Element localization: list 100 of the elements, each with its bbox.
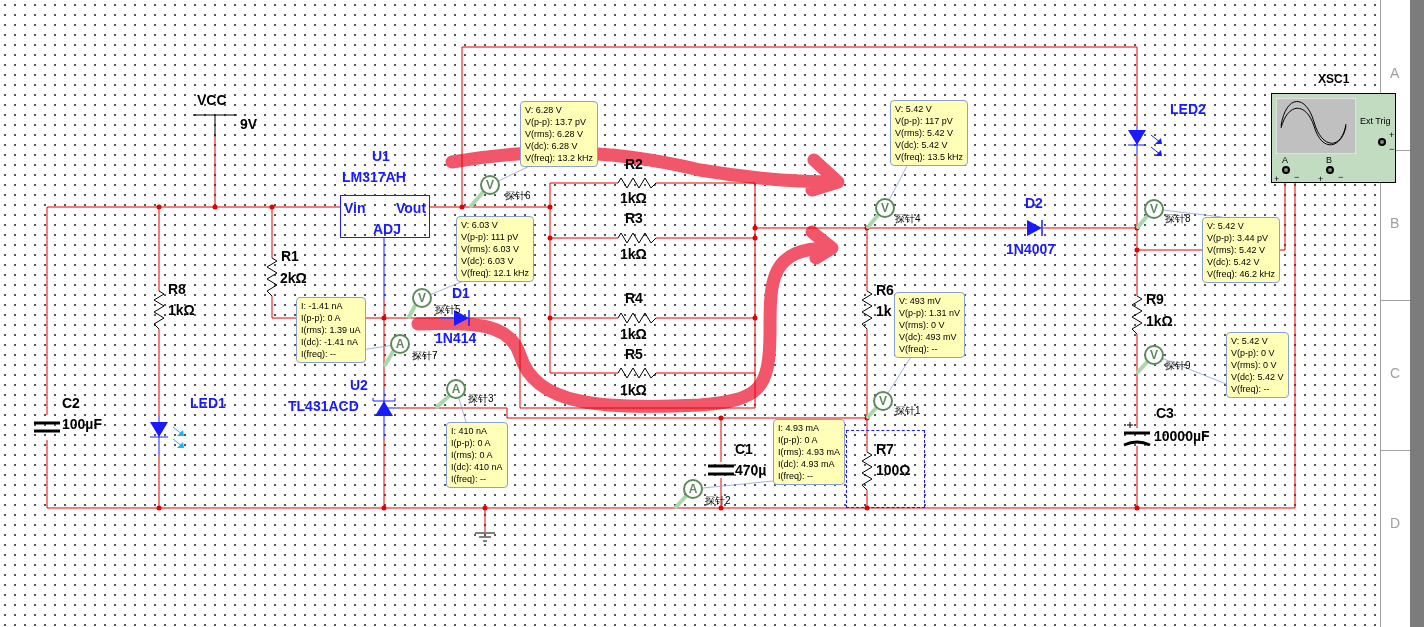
polarity-mark: − bbox=[1294, 172, 1300, 182]
reading-text: V(freq): 12.1 kHz bbox=[461, 267, 530, 279]
probe-needle bbox=[866, 212, 881, 229]
reading-text: V(freq): 13.5 kHz bbox=[895, 151, 964, 163]
component-designator: C1 bbox=[735, 441, 753, 457]
component-value: 9V bbox=[240, 116, 258, 132]
component-designator: R2 bbox=[625, 156, 643, 172]
polarity-mark: + bbox=[1389, 130, 1395, 140]
junction-dot bbox=[752, 225, 758, 231]
reading-text: V(dc): 6.03 V bbox=[461, 255, 515, 267]
polarized-capacitor-symbol bbox=[1123, 421, 1151, 447]
reading-text: I: -1.41 nA bbox=[301, 300, 344, 312]
component-value: TL431ACD bbox=[288, 398, 359, 414]
component-value: 1kΩ bbox=[168, 302, 195, 318]
probe-name: 探针1 bbox=[895, 405, 921, 417]
component-designator: R3 bbox=[625, 210, 643, 226]
component-value: 2kΩ bbox=[280, 270, 307, 286]
sheet-row-label: C bbox=[1390, 365, 1401, 381]
probe-symbol[interactable]: V bbox=[873, 391, 893, 411]
probe-symbol[interactable]: A bbox=[446, 379, 466, 399]
probe-symbol[interactable]: V bbox=[875, 198, 895, 218]
terminal-icon[interactable] bbox=[1378, 138, 1386, 146]
polarity-mark: + bbox=[1318, 174, 1324, 184]
waveform-screen-icon bbox=[1276, 98, 1356, 154]
reading-text: I(dc): 4.93 mA bbox=[778, 458, 836, 470]
reading-text: I(rms): 0 A bbox=[451, 449, 494, 461]
reading-text: V: 5.42 V bbox=[1207, 220, 1245, 232]
capacitor-symbol bbox=[34, 421, 60, 433]
pin-label: Vout bbox=[396, 200, 427, 216]
component-designator: C2 bbox=[62, 395, 80, 411]
reading-text: I(p-p): 0 A bbox=[451, 437, 492, 449]
reading-text: I(dc): -1.41 nA bbox=[301, 336, 360, 348]
reading-text: V(rms): 6.03 V bbox=[461, 243, 520, 255]
probe-name: 探针9 bbox=[1165, 360, 1191, 372]
reading-text: V(p-p): 0 V bbox=[1231, 347, 1276, 359]
probe-name: 探针8 bbox=[1165, 213, 1191, 225]
reading-text: V(p-p): 117 pV bbox=[895, 115, 954, 127]
probe-symbol[interactable]: V bbox=[1144, 199, 1164, 219]
probe-symbol[interactable]: V bbox=[1144, 345, 1164, 365]
resistor-symbol bbox=[153, 290, 165, 330]
probe-needle bbox=[674, 493, 689, 509]
junction-dot bbox=[1134, 505, 1140, 511]
component-value: 1N414 bbox=[435, 330, 477, 346]
component-designator: D2 bbox=[1025, 195, 1043, 211]
led-symbol bbox=[1127, 130, 1162, 156]
probe-needle bbox=[866, 405, 879, 419]
probe-symbol[interactable]: A bbox=[390, 334, 410, 354]
probe-needle bbox=[1136, 213, 1150, 229]
resistor-symbol bbox=[617, 177, 657, 189]
component-designator: R7 bbox=[876, 441, 894, 457]
sheet-row-label: A bbox=[1390, 65, 1400, 81]
probe-name: 探针6 bbox=[505, 190, 531, 202]
junction-dot bbox=[752, 235, 758, 241]
reading-text: V(freq): -- bbox=[1231, 383, 1271, 395]
component-designator: R9 bbox=[1146, 291, 1164, 307]
junction-dot bbox=[547, 235, 553, 241]
junction-dot bbox=[381, 505, 387, 511]
junction-dot bbox=[1134, 225, 1140, 231]
reading-text: I(p-p): 0 A bbox=[301, 312, 342, 324]
junction-dot bbox=[752, 315, 758, 321]
reading-text: I(p-p): 0 A bbox=[778, 434, 819, 446]
reading-text: V(rms): 5.42 V bbox=[895, 127, 954, 139]
component-designator: U2 bbox=[350, 377, 368, 393]
reading-text: V: 6.28 V bbox=[525, 104, 563, 116]
probe-needle bbox=[383, 348, 396, 367]
resistor-symbol bbox=[266, 257, 278, 297]
probe-needle bbox=[435, 393, 452, 409]
resistor-symbol bbox=[617, 367, 657, 379]
component-designator: LED1 bbox=[190, 395, 226, 411]
probe-name: 探针2 bbox=[705, 495, 731, 507]
component-value: 1kΩ bbox=[620, 190, 647, 206]
probe-symbol[interactable]: V bbox=[412, 288, 432, 308]
reading-text: V(dc): 5.42 V bbox=[1207, 256, 1261, 268]
terminal-icon[interactable] bbox=[1326, 166, 1334, 174]
probe-needle bbox=[407, 302, 418, 319]
scrollbar-track[interactable] bbox=[1410, 0, 1424, 627]
component-value: 1kΩ bbox=[620, 326, 647, 342]
reading-text: V(rms): 0 V bbox=[1231, 359, 1278, 371]
component-value: 10000µF bbox=[1154, 428, 1210, 444]
terminal-icon[interactable] bbox=[1282, 166, 1290, 174]
junction-dot bbox=[212, 204, 218, 210]
reading-text: V(freq): 13.2 kHz bbox=[525, 152, 594, 164]
junction-dot bbox=[156, 204, 162, 210]
reading-text: V(freq): 46.2 kHz bbox=[1207, 268, 1276, 280]
reading-text: I(rms): 1.39 uA bbox=[301, 324, 361, 336]
probe-needle bbox=[469, 189, 486, 208]
reading-text: V(dc): 6.28 V bbox=[525, 140, 579, 152]
junction-dot bbox=[1134, 247, 1140, 253]
junction-dot bbox=[482, 505, 488, 511]
junction-dot bbox=[381, 315, 387, 321]
probe-symbol[interactable]: A bbox=[683, 479, 703, 499]
probe-symbol[interactable]: V bbox=[480, 175, 500, 195]
ground-symbol bbox=[474, 532, 496, 542]
probe-needle bbox=[1136, 359, 1150, 374]
channel-label: B bbox=[1326, 155, 1332, 165]
resistor-symbol bbox=[617, 312, 657, 324]
reading-text: V(p-p): 1.31 nV bbox=[899, 307, 961, 319]
reading-text: I(freq): -- bbox=[451, 473, 487, 485]
oscilloscope[interactable]: Ext Trig + − A + − B + − bbox=[1271, 93, 1396, 183]
reading-text: V(rms): 6.28 V bbox=[525, 128, 584, 140]
